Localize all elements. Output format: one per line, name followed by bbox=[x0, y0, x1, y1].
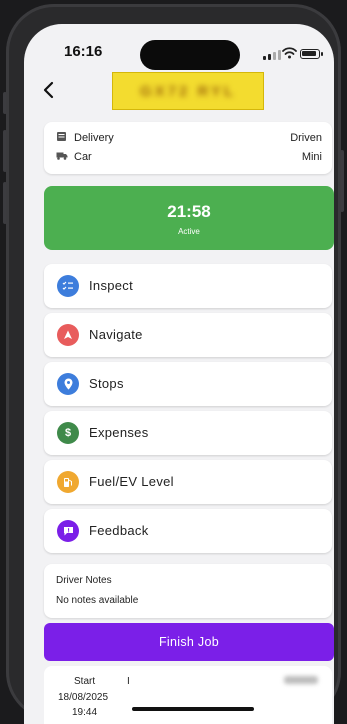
menu-item-label: Expenses bbox=[89, 425, 149, 440]
menu-item-inspect[interactable]: Inspect bbox=[44, 264, 332, 308]
timeline-card: Start I 18/08/2025 19:44 bbox=[44, 666, 332, 724]
finish-job-button[interactable]: Finish Job bbox=[44, 623, 334, 661]
start-date: 18/08/2025 bbox=[58, 692, 109, 703]
job-type-value: Driven bbox=[290, 132, 322, 144]
vehicle-row: Car Mini bbox=[44, 147, 332, 167]
job-type-row: Delivery Driven bbox=[44, 128, 332, 148]
vehicle-value: Mini bbox=[301, 151, 322, 163]
menu-item-navigate[interactable]: Navigate bbox=[44, 313, 332, 357]
feedback-icon bbox=[57, 520, 79, 542]
start-time: 19:44 bbox=[72, 707, 98, 718]
timer-time: 21:58 bbox=[167, 202, 211, 221]
cellular-signal-icon bbox=[263, 50, 281, 60]
location-pin-icon bbox=[57, 373, 79, 395]
start-label: Start bbox=[74, 676, 96, 687]
phone-frame: 16:16 GX72 RYL Delivery Driven Car Mini … bbox=[6, 4, 341, 724]
driver-notes-card: Driver Notes No notes available bbox=[44, 564, 332, 618]
menu-item-label: Inspect bbox=[89, 278, 134, 293]
back-arrow-icon[interactable] bbox=[42, 80, 54, 104]
delivery-box-icon bbox=[57, 132, 66, 141]
driver-notes-title: Driver Notes bbox=[56, 575, 112, 586]
home-indicator[interactable] bbox=[132, 707, 254, 711]
job-type-label: Delivery bbox=[74, 132, 114, 144]
timer-status: Active bbox=[178, 227, 200, 236]
menu-item-label: Fuel/EV Level bbox=[89, 474, 174, 489]
vehicle-label: Car bbox=[74, 151, 92, 163]
timeline-separator: I bbox=[127, 676, 130, 687]
wifi-icon bbox=[282, 47, 297, 59]
license-plate: GX72 RYL bbox=[112, 72, 264, 110]
job-timer: 21:58 Active bbox=[44, 186, 334, 250]
menu-item-stops[interactable]: Stops bbox=[44, 362, 332, 406]
navigation-arrow-icon bbox=[57, 324, 79, 346]
menu-item-label: Navigate bbox=[89, 327, 143, 342]
dollar-icon: $ bbox=[57, 422, 79, 444]
menu-item-expenses[interactable]: $ Expenses bbox=[44, 411, 332, 455]
license-plate-text: GX72 RYL bbox=[140, 82, 236, 100]
status-time: 16:16 bbox=[64, 43, 103, 60]
car-icon bbox=[56, 152, 68, 160]
checklist-icon bbox=[57, 275, 79, 297]
fuel-pump-icon bbox=[57, 471, 79, 493]
menu-item-feedback[interactable]: Feedback bbox=[44, 509, 332, 553]
app-screen: 16:16 GX72 RYL Delivery Driven Car Mini … bbox=[24, 24, 334, 724]
job-info-card: Delivery Driven Car Mini bbox=[44, 122, 332, 174]
menu-item-fuel-ev-level[interactable]: Fuel/EV Level bbox=[44, 460, 332, 504]
redacted-value bbox=[284, 676, 318, 684]
battery-icon bbox=[300, 49, 323, 59]
menu-item-label: Feedback bbox=[89, 523, 149, 538]
status-bar: 16:16 bbox=[24, 24, 334, 70]
driver-notes-value: No notes available bbox=[56, 595, 139, 606]
dynamic-island bbox=[140, 40, 240, 70]
menu-item-label: Stops bbox=[89, 376, 124, 391]
